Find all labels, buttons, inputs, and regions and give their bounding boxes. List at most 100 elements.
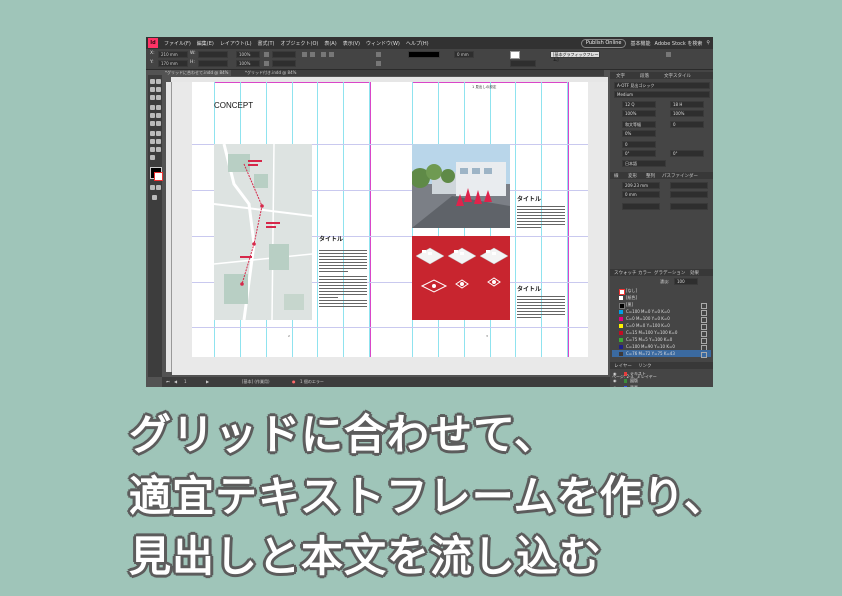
swatch-item[interactable]: C=15 M=100 Y=100 K=0 xyxy=(612,329,711,337)
scale-x-field[interactable]: 100% xyxy=(236,51,260,58)
menu-layout[interactable]: レイアウト(L) xyxy=(217,40,255,47)
left-title[interactable]: タイトル xyxy=(319,234,343,243)
preflight-profile[interactable]: [基本] (作業用) xyxy=(242,379,270,385)
menu-type[interactable]: 書式(T) xyxy=(255,40,278,47)
shear-icon[interactable] xyxy=(264,61,269,66)
right-body-text-frame-2[interactable] xyxy=(517,296,565,324)
free-transform-tool-icon[interactable] xyxy=(156,131,161,136)
prev-page-icon[interactable]: ◀ xyxy=(174,379,177,384)
left-page[interactable]: CONCEPT タイトル 2 xyxy=(192,82,390,357)
stroke-style-field[interactable] xyxy=(408,51,440,58)
tab-document-2[interactable]: *グリッド付き.indd @ 84% xyxy=(242,70,299,76)
menu-file[interactable]: ファイル(F) xyxy=(161,40,194,47)
transform-rotate-field[interactable] xyxy=(670,203,708,210)
tab-character[interactable]: 文字 xyxy=(616,73,625,79)
tint-field[interactable]: 100 xyxy=(674,278,698,285)
right-title-2[interactable]: タイトル xyxy=(517,284,541,293)
tab-color[interactable]: カラー xyxy=(638,270,652,276)
panel-menu-icon[interactable] xyxy=(666,52,671,57)
menu-window[interactable]: ウィンドウ(W) xyxy=(363,40,403,47)
content-placer-icon[interactable] xyxy=(156,95,161,100)
note-tool-icon[interactable] xyxy=(156,139,161,144)
font-size-field[interactable]: 12 Q xyxy=(622,101,656,108)
tab-align[interactable]: 整列 xyxy=(646,173,655,179)
menu-edit[interactable]: 編集(E) xyxy=(194,40,217,47)
rectangle-frame-tool-icon[interactable] xyxy=(150,121,155,126)
tracking-field[interactable]: 0 xyxy=(670,121,704,128)
swatch-item-selected[interactable]: C=76 M=72 Y=75 K=43 xyxy=(612,350,711,358)
zoom-tool-icon[interactable] xyxy=(150,155,155,160)
page-tool-icon[interactable] xyxy=(150,87,155,92)
scale-y-field[interactable]: 100% xyxy=(236,60,260,67)
next-page-icon[interactable]: ▶ xyxy=(206,379,209,384)
gap-tool-icon[interactable] xyxy=(156,87,161,92)
eyedropper-tool-icon[interactable] xyxy=(150,147,155,152)
tab-layers[interactable]: レイヤー xyxy=(614,363,632,369)
pencil-tool-icon[interactable] xyxy=(156,113,161,118)
workspace-switcher[interactable]: 基本機能 xyxy=(630,40,650,47)
rotate-field[interactable] xyxy=(272,51,296,58)
magnifier-icon[interactable]: ⚲ xyxy=(706,40,710,46)
line-tool-icon[interactable] xyxy=(156,105,161,110)
tab-pathfinder[interactable]: パスファインダー xyxy=(662,173,698,179)
swatch-item[interactable]: C=100 M=0 Y=0 K=0 xyxy=(612,308,711,316)
transform-scale-field[interactable] xyxy=(622,203,660,210)
kerning-field[interactable]: 和文等幅 xyxy=(622,121,656,128)
stock-search-input[interactable]: Adobe Stock を検索 xyxy=(654,40,702,47)
right-page[interactable]: 1 見出しの設定 タイトル タイトル 3 xyxy=(390,82,588,357)
swatch-item[interactable]: C=100 M=90 Y=10 K=0 xyxy=(612,343,711,351)
rectangle-tool-icon[interactable] xyxy=(156,121,161,126)
select-container-icon[interactable] xyxy=(321,52,326,57)
swatch-item[interactable]: [紙色] xyxy=(612,294,711,301)
stroke-icon[interactable] xyxy=(376,61,381,66)
layer-item[interactable]: ◉背景 xyxy=(612,384,711,387)
pen-tool-icon[interactable] xyxy=(150,113,155,118)
tab-character-styles[interactable]: 文字スタイル xyxy=(664,73,691,79)
h-field[interactable] xyxy=(198,60,228,67)
hscale-field[interactable]: 100% xyxy=(622,110,656,117)
stroke-swatch[interactable] xyxy=(154,172,163,181)
fill-icon[interactable] xyxy=(376,52,381,57)
tab-paragraph[interactable]: 段落 xyxy=(640,73,649,79)
transform-w-field[interactable] xyxy=(670,182,708,189)
transform-y-field[interactable]: 0 mm xyxy=(622,191,660,198)
flip-horizontal-icon[interactable] xyxy=(302,52,307,57)
direct-selection-tool-icon[interactable] xyxy=(156,79,161,84)
tsume-field[interactable]: 0% xyxy=(622,130,656,137)
screen-mode-icon[interactable] xyxy=(152,195,157,200)
menu-view[interactable]: 表示(V) xyxy=(340,40,363,47)
tab-transform[interactable]: 変形 xyxy=(628,173,637,179)
hand-tool-icon[interactable] xyxy=(156,147,161,152)
x-field[interactable]: 210 mm xyxy=(158,51,188,58)
y-field[interactable]: 170 mm xyxy=(158,60,188,67)
baseline-shift-field[interactable]: 0° xyxy=(622,150,656,157)
opacity-field[interactable] xyxy=(510,60,536,67)
apply-none-icon[interactable] xyxy=(156,185,161,190)
apply-color-icon[interactable] xyxy=(150,185,155,190)
swatch-item[interactable]: [なし] xyxy=(612,287,711,295)
right-body-text-frame-1[interactable] xyxy=(517,206,565,234)
left-body-text-frame[interactable] xyxy=(319,250,367,320)
gradient-tool-icon[interactable] xyxy=(150,139,155,144)
first-page-icon[interactable]: ⏮ xyxy=(166,379,170,384)
swatch-item[interactable]: C=0 M=0 Y=100 K=0 xyxy=(612,322,711,330)
font-family-field[interactable]: A-OTF 見出ゴシック xyxy=(614,82,710,89)
publish-online-button[interactable]: Publish Online xyxy=(580,38,627,48)
w-field[interactable] xyxy=(198,51,228,58)
rotate-icon[interactable] xyxy=(264,52,269,57)
leading-field[interactable]: 18 H xyxy=(670,101,704,108)
tab-swatches[interactable]: スウォッチ xyxy=(614,270,637,276)
right-title-1[interactable]: タイトル xyxy=(517,194,541,203)
map-image[interactable] xyxy=(214,144,312,320)
error-count[interactable]: 1 個のエラー xyxy=(300,379,324,385)
tab-document-1[interactable]: *グリッドに合わせて.indd @ 84% xyxy=(162,70,232,76)
flip-vertical-icon[interactable] xyxy=(310,52,315,57)
tab-gradient[interactable]: グラデーション xyxy=(654,270,685,276)
swatch-item[interactable]: C=0 M=100 Y=0 K=0 xyxy=(612,315,711,323)
content-collector-icon[interactable] xyxy=(150,95,155,100)
select-content-icon[interactable] xyxy=(329,52,334,57)
shear-field[interactable] xyxy=(272,60,296,67)
selection-tool-icon[interactable] xyxy=(150,79,155,84)
language-field[interactable]: 日本語 xyxy=(622,160,666,167)
type-tool-icon[interactable] xyxy=(150,105,155,110)
